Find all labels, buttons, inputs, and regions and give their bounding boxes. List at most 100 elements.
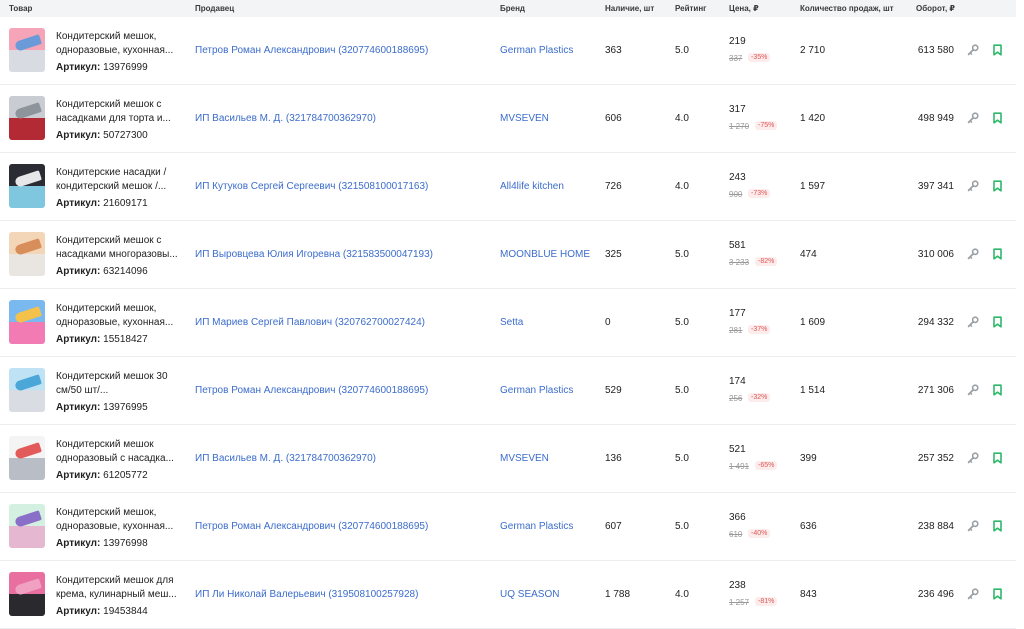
table-row[interactable]: Кондитерский мешок, одноразовые, кухонна… [0, 17, 1016, 85]
product-name-line2: насадками многоразовы... [56, 249, 178, 260]
product-thumbnail[interactable] [9, 300, 45, 344]
product-name[interactable]: Кондитерский мешок для крема, кулинарный… [56, 574, 186, 602]
revenue-value: 310 006 [917, 249, 954, 260]
col-header-stock[interactable]: Наличие, шт [605, 4, 654, 13]
product-name-line2: крема, кулинарный меш... [56, 589, 177, 600]
brand-link[interactable]: Setta [500, 317, 523, 328]
table-row[interactable]: Кондитерский мешок, одноразовые, кухонна… [0, 493, 1016, 561]
brand-link[interactable]: German Plastics [500, 385, 573, 396]
price-value: 366 [729, 512, 746, 523]
article-value: 50727300 [103, 130, 148, 141]
key-icon[interactable] [967, 248, 979, 260]
bookmark-icon[interactable] [992, 520, 1003, 532]
key-icon[interactable] [967, 180, 979, 192]
brand-link[interactable]: MOONBLUE HOME [500, 249, 590, 260]
table-row[interactable]: Кондитерский мешок для крема, кулинарный… [0, 561, 1016, 629]
table-row[interactable]: Кондитерский мешок одноразовый с насадка… [0, 425, 1016, 493]
key-icon[interactable] [967, 588, 979, 600]
brand-link[interactable]: UQ SEASON [500, 589, 559, 600]
product-name[interactable]: Кондитерский мешок, одноразовые, кухонна… [56, 506, 186, 534]
product-thumbnail[interactable] [9, 368, 45, 412]
col-header-price[interactable]: Цена, ₽ [729, 4, 759, 13]
brand-link[interactable]: MVSEVEN [500, 453, 549, 464]
revenue-value: 257 352 [917, 453, 954, 464]
seller-link[interactable]: Петров Роман Александрович (320774600188… [195, 45, 428, 56]
brand-link[interactable]: German Plastics [500, 521, 573, 532]
table-row[interactable]: Кондитерский мешок с насадками многоразо… [0, 221, 1016, 289]
bookmark-icon[interactable] [992, 112, 1003, 124]
col-header-brand[interactable]: Бренд [500, 4, 525, 13]
discount-badge: -37% [748, 325, 771, 334]
table-row[interactable]: Кондитерский мешок, одноразовые, кухонна… [0, 289, 1016, 357]
key-icon[interactable] [967, 112, 979, 124]
product-name[interactable]: Кондитерский мешок с насадками многоразо… [56, 234, 186, 262]
key-icon[interactable] [967, 520, 979, 532]
seller-link[interactable]: ИП Мариев Сергей Павлович (3207627000274… [195, 317, 425, 328]
seller-link[interactable]: ИП Ли Николай Валерьевич (31950810025792… [195, 589, 418, 600]
bookmark-icon[interactable] [992, 44, 1003, 56]
seller-link[interactable]: ИП Кутуков Сергей Сергеевич (32150810001… [195, 181, 428, 192]
key-icon[interactable] [967, 316, 979, 328]
product-article: Артикул: 50727300 [56, 130, 148, 141]
seller-link[interactable]: ИП Васильев М. Д. (321784700362970) [195, 113, 376, 124]
table-row[interactable]: Кондитерский мешок с насадками для торта… [0, 85, 1016, 153]
product-thumbnail[interactable] [9, 436, 45, 480]
product-name[interactable]: Кондитерский мешок одноразовый с насадка… [56, 438, 186, 466]
bookmark-icon[interactable] [992, 248, 1003, 260]
product-name[interactable]: Кондитерский мешок, одноразовые, кухонна… [56, 302, 186, 330]
article-value: 19453844 [103, 606, 148, 617]
brand-link[interactable]: German Plastics [500, 45, 573, 56]
stock-value: 0 [605, 317, 611, 328]
brand-link[interactable]: All4life kitchen [500, 181, 564, 192]
rating-value: 5.0 [675, 45, 689, 56]
product-thumbnail[interactable] [9, 164, 45, 208]
revenue-value: 271 306 [917, 385, 954, 396]
product-article: Артикул: 13976999 [56, 62, 148, 73]
seller-link[interactable]: ИП Выровцева Юлия Игоревна (321583500047… [195, 249, 433, 260]
seller-link[interactable]: ИП Васильев М. Д. (321784700362970) [195, 453, 376, 464]
bookmark-icon[interactable] [992, 588, 1003, 600]
product-thumbnail[interactable] [9, 28, 45, 72]
product-name-line1: Кондитерский мешок, [56, 31, 157, 42]
key-icon[interactable] [967, 384, 979, 396]
product-thumbnail[interactable] [9, 232, 45, 276]
old-price-value: 610 [729, 530, 743, 539]
key-icon[interactable] [967, 452, 979, 464]
product-name-line2: одноразовые, кухонная... [56, 317, 174, 328]
bookmark-icon[interactable] [992, 452, 1003, 464]
product-name[interactable]: Кондитерский мешок с насадками для торта… [56, 98, 186, 126]
seller-link[interactable]: Петров Роман Александрович (320774600188… [195, 385, 428, 396]
product-thumbnail[interactable] [9, 96, 45, 140]
product-thumbnail[interactable] [9, 504, 45, 548]
article-value: 15518427 [103, 334, 148, 345]
product-thumbnail[interactable] [9, 572, 45, 616]
product-article: Артикул: 21609171 [56, 198, 148, 209]
product-name-line1: Кондитерский мешок для [56, 575, 174, 586]
product-article: Артикул: 63214096 [56, 266, 148, 277]
product-name[interactable]: Кондитерский мешок 30 см/50 шт/... [56, 370, 186, 398]
bookmark-icon[interactable] [992, 384, 1003, 396]
old-price-value: 281 [729, 326, 743, 335]
col-header-seller[interactable]: Продавец [195, 4, 234, 13]
revenue-value: 613 580 [917, 45, 954, 56]
sales-value: 2 710 [800, 45, 826, 56]
col-header-revenue[interactable]: Оборот, ₽ [916, 4, 955, 13]
seller-link[interactable]: Петров Роман Александрович (320774600188… [195, 521, 428, 532]
brand-link[interactable]: MVSEVEN [500, 113, 549, 124]
col-header-product[interactable]: Товар [9, 4, 32, 13]
bookmark-icon[interactable] [992, 180, 1003, 192]
col-header-rating[interactable]: Рейтинг [675, 4, 707, 13]
old-price-value: 1 257 [729, 598, 750, 607]
table-row[interactable]: Кондитерские насадки / кондитерский мешо… [0, 153, 1016, 221]
product-name[interactable]: Кондитерский мешок, одноразовые, кухонна… [56, 30, 186, 58]
stock-value: 1 788 [605, 589, 631, 600]
table-row[interactable]: Кондитерский мешок 30 см/50 шт/... Артик… [0, 357, 1016, 425]
product-name-line2: одноразовые, кухонная... [56, 45, 174, 56]
price-value: 238 [729, 580, 746, 591]
price-value: 177 [729, 308, 746, 319]
product-article: Артикул: 19453844 [56, 606, 148, 617]
col-header-sales[interactable]: Количество продаж, шт [800, 4, 894, 13]
product-name[interactable]: Кондитерские насадки / кондитерский мешо… [56, 166, 186, 194]
bookmark-icon[interactable] [992, 316, 1003, 328]
key-icon[interactable] [967, 44, 979, 56]
